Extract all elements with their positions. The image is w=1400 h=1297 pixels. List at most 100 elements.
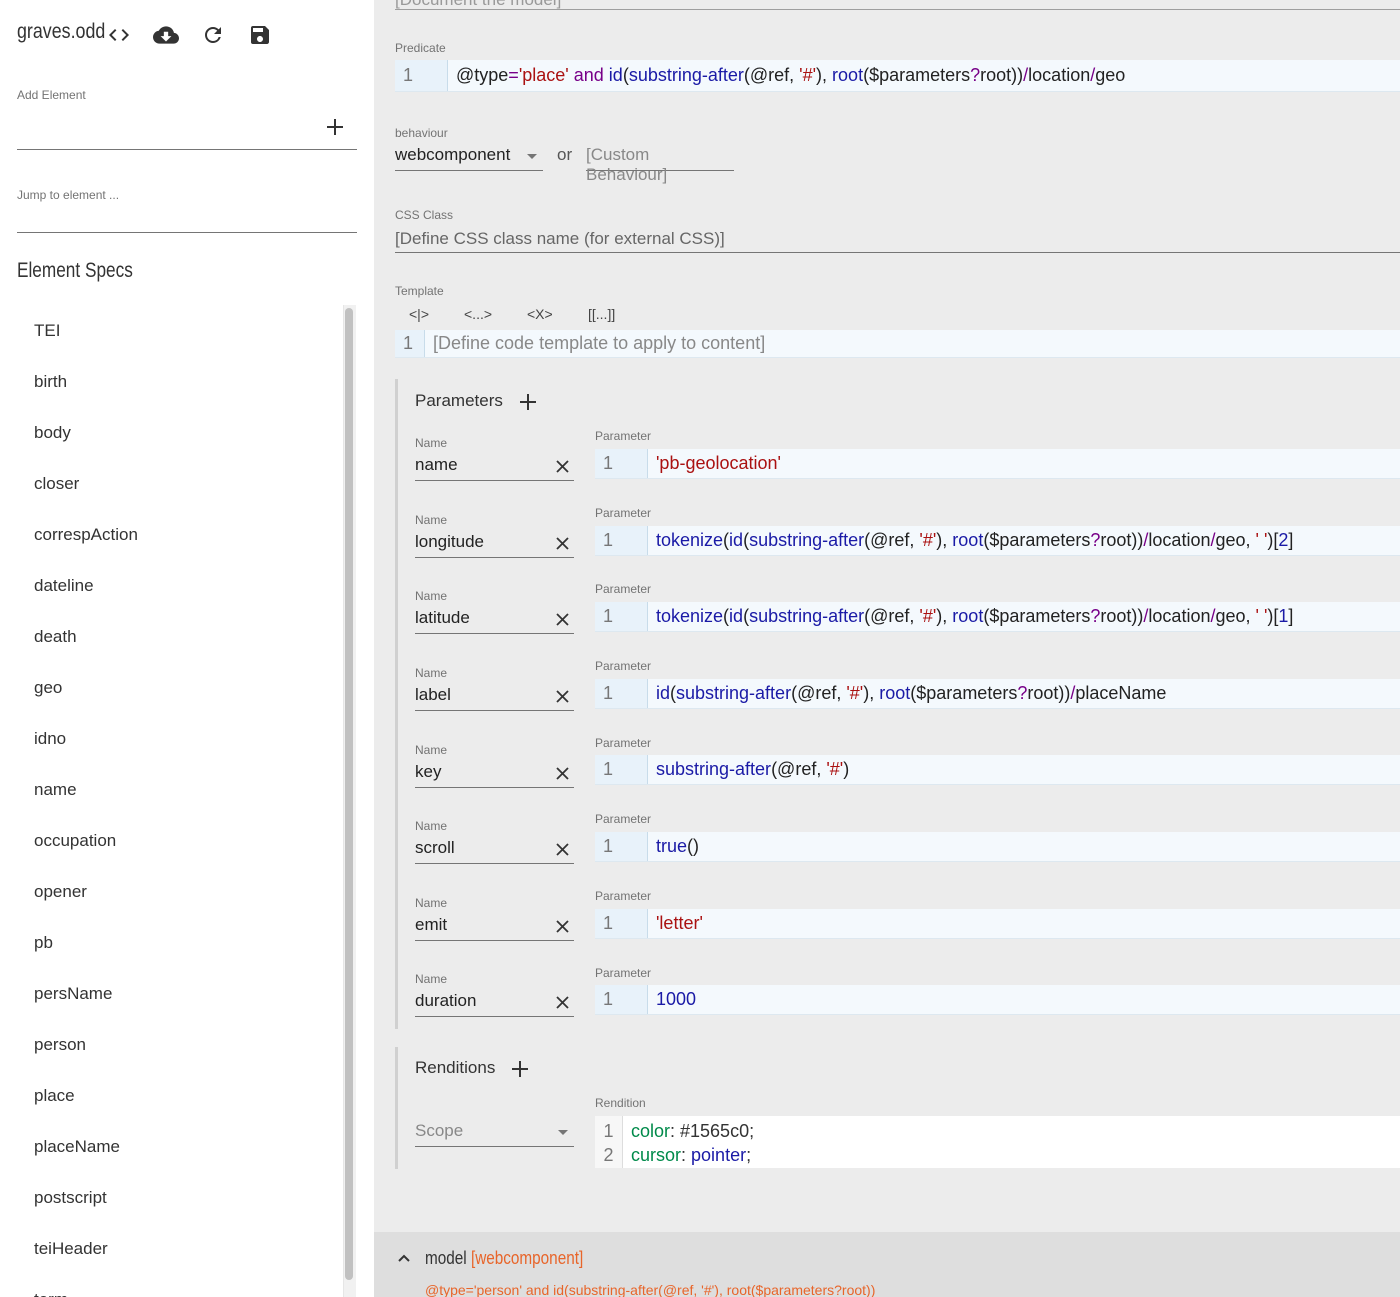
param-name-input[interactable]: emit	[415, 915, 574, 941]
spec-item-dateline[interactable]: dateline	[17, 560, 342, 611]
close-icon[interactable]	[555, 766, 570, 781]
spec-item-idno[interactable]: idno	[17, 713, 342, 764]
behaviour-label: behaviour	[395, 126, 448, 140]
param-line-number: 1	[595, 602, 648, 631]
predicate-label: Predicate	[395, 41, 446, 55]
css-class-label: CSS Class	[395, 208, 454, 222]
spec-item-person[interactable]: person	[17, 1019, 342, 1070]
rendition-label: Rendition	[595, 1096, 646, 1110]
spec-item-closer[interactable]: closer	[17, 458, 342, 509]
param-value-label: Parameter	[595, 966, 652, 980]
param-name-input[interactable]: key	[415, 762, 574, 788]
param-value-editor[interactable]: 1 substring-after(@ref, '#')	[595, 755, 1400, 785]
param-value-editor[interactable]: 1 tokenize(id(substring-after(@ref, '#')…	[595, 526, 1400, 556]
spec-item-teiheader[interactable]: teiHeader	[17, 1223, 342, 1274]
param-name-input[interactable]: scroll	[415, 838, 574, 864]
param-value-editor[interactable]: 1 true()	[595, 832, 1400, 862]
param-name-label: Name	[415, 972, 448, 986]
chevron-up-icon[interactable]	[396, 1250, 412, 1266]
element-spec-list: TEI birth body closer correspAction date…	[17, 305, 342, 1297]
spec-item-body[interactable]: body	[17, 407, 342, 458]
add-element-input[interactable]	[17, 112, 317, 148]
rendition-editor[interactable]: 1 2 color: #1565c0; cursor: pointer;	[595, 1116, 1400, 1168]
spec-item-name[interactable]: name	[17, 764, 342, 815]
spec-item-opener[interactable]: opener	[17, 866, 342, 917]
css-class-input[interactable]: [Define CSS class name (for external CSS…	[395, 229, 1400, 253]
param-name-input[interactable]: label	[415, 685, 574, 711]
param-name-input[interactable]: duration	[415, 991, 574, 1017]
template-element-button[interactable]: <X>	[527, 306, 553, 322]
add-rendition-plus-icon[interactable]	[510, 1059, 530, 1079]
spec-item-persname[interactable]: persName	[17, 968, 342, 1019]
param-code: tokenize(id(substring-after(@ref, '#'), …	[656, 606, 1294, 626]
param-name-input[interactable]: longitude	[415, 532, 574, 558]
element-specs-title: Element Specs	[17, 259, 133, 282]
spec-item-term[interactable]: term	[17, 1274, 342, 1297]
spec-item-geo[interactable]: geo	[17, 662, 342, 713]
param-value-editor[interactable]: 1 'letter'	[595, 909, 1400, 939]
scope-select[interactable]: Scope	[415, 1121, 574, 1147]
close-icon[interactable]	[555, 612, 570, 627]
template-wrap-button[interactable]: <...>	[464, 306, 492, 322]
spec-item-tei[interactable]: TEI	[17, 305, 342, 356]
spec-item-place[interactable]: place	[17, 1070, 342, 1121]
spec-item-death[interactable]: death	[17, 611, 342, 662]
param-value-label: Parameter	[595, 582, 652, 596]
close-icon[interactable]	[555, 919, 570, 934]
param-name-value: duration	[415, 991, 477, 1010]
param-line-number: 1	[595, 679, 648, 708]
model-header-collapsed[interactable]: model [webcomponent] @type='person' and …	[374, 1232, 1400, 1297]
refresh-icon[interactable]	[200, 22, 226, 48]
template-editor[interactable]: 1 [Define code template to apply to cont…	[395, 330, 1400, 358]
close-icon[interactable]	[555, 842, 570, 857]
template-cursor-button[interactable]: <|>	[409, 306, 429, 322]
custom-behaviour-input[interactable]: [Custom Behaviour]	[586, 145, 734, 184]
rendition-line-number: 1	[603, 1121, 614, 1141]
param-value-editor[interactable]: 1 1000	[595, 985, 1400, 1015]
rendition-code: color: #1565c0; cursor: pointer;	[631, 1121, 755, 1165]
template-placeholder-button[interactable]: [[...]]	[588, 306, 615, 322]
param-line-number: 1	[595, 755, 648, 784]
param-value-label: Parameter	[595, 736, 652, 750]
close-icon[interactable]	[555, 689, 570, 704]
spec-item-correspaction[interactable]: correspAction	[17, 509, 342, 560]
rendition-line-number: 2	[603, 1145, 614, 1165]
close-icon[interactable]	[555, 995, 570, 1010]
add-parameter-plus-icon[interactable]	[518, 392, 538, 412]
renditions-title: Renditions	[415, 1058, 496, 1077]
close-icon[interactable]	[555, 536, 570, 551]
param-code: id(substring-after(@ref, '#'), root($par…	[656, 683, 1167, 703]
cloud-download-icon[interactable]	[153, 22, 179, 48]
spec-item-placename[interactable]: placeName	[17, 1121, 342, 1172]
param-name-input[interactable]: name	[415, 455, 574, 481]
add-element-plus-icon[interactable]	[324, 116, 346, 138]
param-value-editor[interactable]: 1 tokenize(id(substring-after(@ref, '#')…	[595, 602, 1400, 632]
close-icon[interactable]	[555, 459, 570, 474]
spec-list-scroll-thumb[interactable]	[345, 308, 353, 1280]
spec-item-postscript[interactable]: postscript	[17, 1172, 342, 1223]
param-line-number: 1	[595, 909, 648, 938]
param-name-value: name	[415, 455, 458, 474]
jump-to-element-input[interactable]	[17, 204, 357, 232]
param-value-label: Parameter	[595, 506, 652, 520]
param-name-label: Name	[415, 896, 448, 910]
add-element-underline	[17, 149, 357, 150]
param-value-editor[interactable]: 1 id(substring-after(@ref, '#'), root($p…	[595, 679, 1400, 709]
param-name-label: Name	[415, 819, 448, 833]
model-title-text: model	[425, 1248, 467, 1268]
model-title: model [webcomponent]	[425, 1248, 583, 1269]
scope-placeholder: Scope	[415, 1121, 464, 1140]
template-placeholder: [Define code template to apply to conten…	[433, 333, 766, 353]
save-icon[interactable]	[247, 22, 273, 48]
param-name-input[interactable]: latitude	[415, 608, 574, 634]
param-value-label: Parameter	[595, 429, 652, 443]
spec-item-birth[interactable]: birth	[17, 356, 342, 407]
parameters-title: Parameters	[415, 391, 503, 410]
spec-item-pb[interactable]: pb	[17, 917, 342, 968]
param-value-editor[interactable]: 1 'pb-geolocation'	[595, 449, 1400, 479]
predicate-editor[interactable]: 1 @type='place' and id(substring-after(@…	[395, 60, 1400, 92]
spec-item-occupation[interactable]: occupation	[17, 815, 342, 866]
jump-underline	[17, 232, 357, 233]
behaviour-select[interactable]: webcomponent	[395, 145, 543, 171]
code-icon[interactable]	[106, 22, 132, 48]
